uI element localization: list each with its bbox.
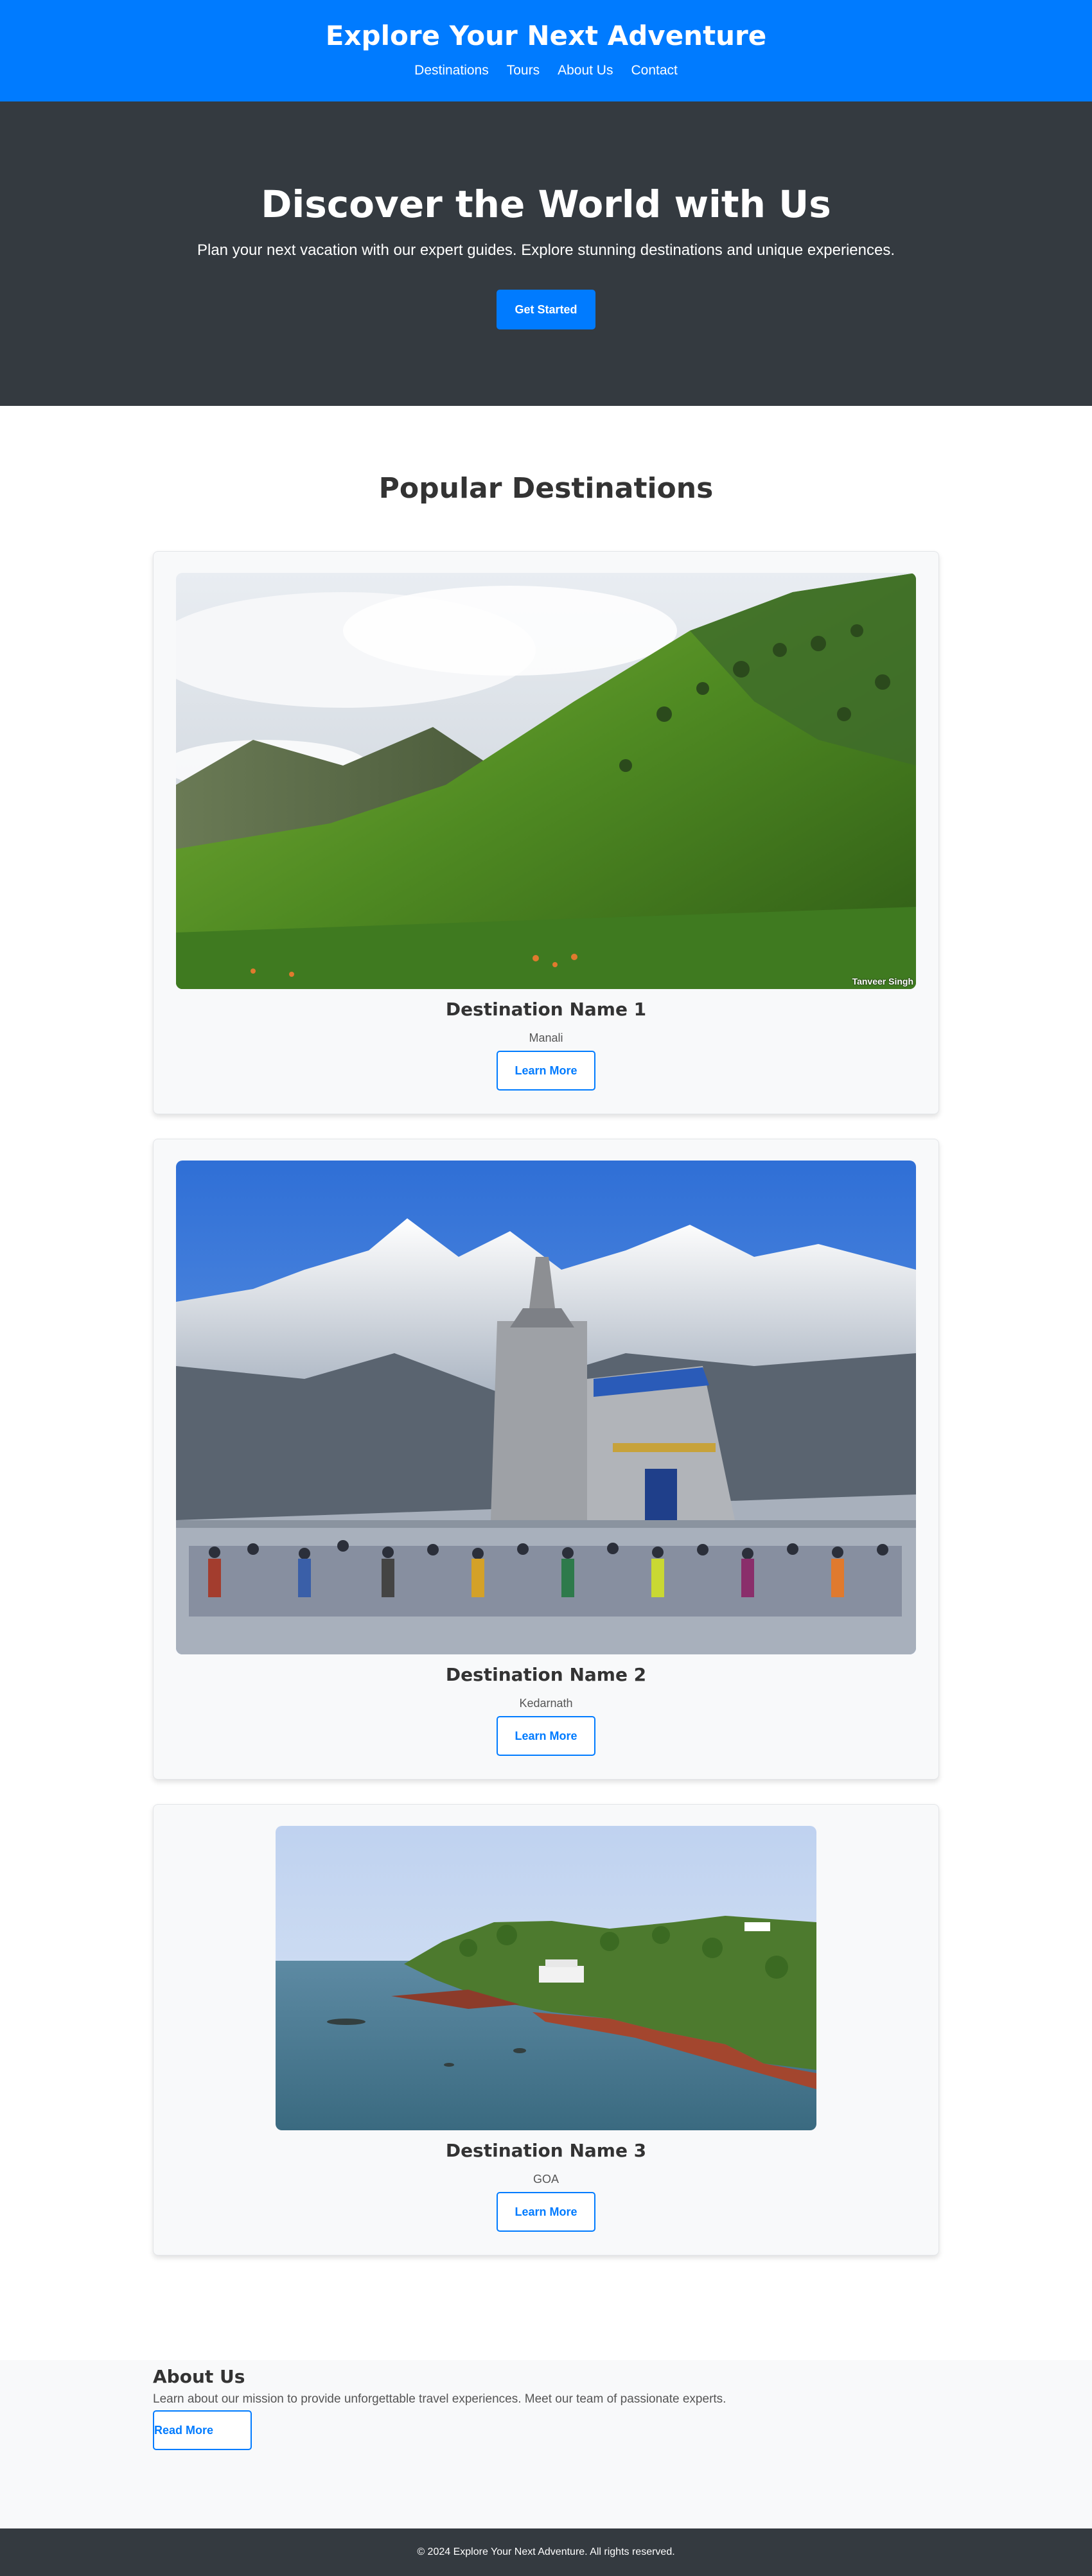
- footer-copyright: © 2024 Explore Your Next Adventure. All …: [417, 2546, 675, 2557]
- about-content: About Us Learn about our mission to prov…: [153, 2365, 939, 2450]
- destination-title-3: Destination Name 3: [445, 2140, 647, 2161]
- manali-mountain-image: [176, 573, 916, 989]
- destination-title-1: Destination Name 1: [445, 999, 647, 1020]
- image-credit: Tanveer Singh: [852, 976, 913, 986]
- site-title: Explore Your Next Adventure: [325, 20, 767, 51]
- destination-image-kedarnath: [176, 1161, 916, 1654]
- get-started-button[interactable]: Get Started: [497, 290, 595, 329]
- about-text: Learn about our mission to provide unfor…: [153, 2392, 727, 2406]
- destination-cards: Tanveer Singh Destination Name 1 Manali …: [153, 551, 939, 2256]
- destination-title-2: Destination Name 2: [445, 1664, 647, 1685]
- site-footer: © 2024 Explore Your Next Adventure. All …: [0, 2528, 1092, 2576]
- nav-link-about-us[interactable]: About Us: [558, 62, 613, 80]
- main-nav: Destinations Tours About Us Contact: [0, 62, 1092, 80]
- hero-section: Discover the World with Us Plan your nex…: [0, 101, 1092, 406]
- destination-card-3: Destination Name 3 GOA Learn More: [153, 1804, 939, 2256]
- goa-coast-image: [276, 1826, 816, 2130]
- nav-link-contact[interactable]: Contact: [631, 62, 677, 80]
- hero-subtitle: Plan your next vacation with our expert …: [197, 241, 895, 259]
- destination-card-1: Tanveer Singh Destination Name 1 Manali …: [153, 551, 939, 1114]
- site-header: Explore Your Next Adventure Destinations…: [0, 0, 1092, 101]
- destination-card-2: Destination Name 2 Kedarnath Learn More: [153, 1139, 939, 1780]
- learn-more-button-2[interactable]: Learn More: [497, 1716, 595, 1756]
- destination-location-3: GOA: [533, 2173, 559, 2186]
- about-title: About Us: [153, 2366, 245, 2387]
- kedarnath-temple-image: [176, 1161, 916, 1654]
- hero-title: Discover the World with Us: [261, 182, 831, 226]
- destination-location-1: Manali: [529, 1031, 563, 1044]
- read-more-button[interactable]: Read More: [153, 2410, 252, 2450]
- learn-more-button-3[interactable]: Learn More: [497, 2192, 595, 2232]
- learn-more-button-1[interactable]: Learn More: [497, 1051, 595, 1091]
- destinations-section: Popular Destinations Tanveer Singh Desti…: [0, 406, 1092, 2360]
- section-title-destinations: Popular Destinations: [378, 472, 714, 505]
- destination-image-manali: Tanveer Singh: [176, 573, 916, 989]
- about-section: About Us Learn about our mission to prov…: [0, 2360, 1092, 2528]
- nav-link-tours[interactable]: Tours: [507, 62, 540, 80]
- destination-location-2: Kedarnath: [519, 1697, 573, 1710]
- destination-image-goa: [276, 1826, 816, 2130]
- nav-link-destinations[interactable]: Destinations: [414, 62, 489, 80]
